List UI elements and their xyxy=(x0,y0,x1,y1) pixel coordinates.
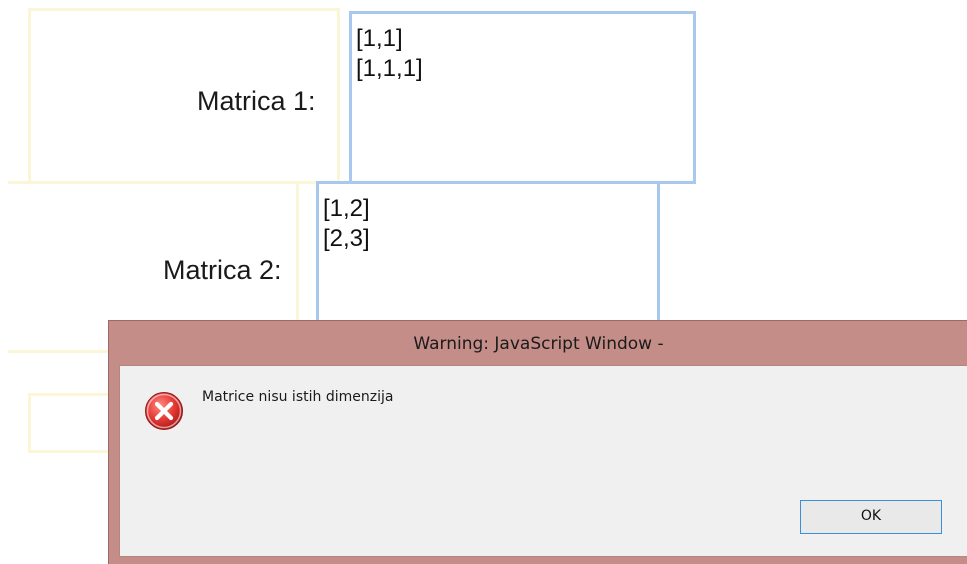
matrix2-label: Matrica 2: xyxy=(163,255,282,285)
matrix1-textarea[interactable]: [1,1] [1,1,1] xyxy=(349,11,696,184)
error-icon xyxy=(144,391,184,431)
dialog-title[interactable]: Warning: JavaScript Window - xyxy=(109,321,967,365)
dialog-body: Matrice nisu istih dimenzija OK xyxy=(119,365,967,557)
form-divider-top xyxy=(8,181,318,184)
ok-button[interactable]: OK xyxy=(800,500,942,534)
warning-dialog: Warning: JavaScript Window - Matrice nis… xyxy=(108,320,967,564)
form-divider-bottom xyxy=(8,350,113,353)
page: Matrica 1: [1,1] [1,1,1] Matrica 2: [1,2… xyxy=(0,0,967,564)
result-field-outline xyxy=(28,393,118,453)
dialog-message: Matrice nisu istih dimenzija xyxy=(202,389,394,405)
matrix1-label: Matrica 1: xyxy=(197,86,316,116)
